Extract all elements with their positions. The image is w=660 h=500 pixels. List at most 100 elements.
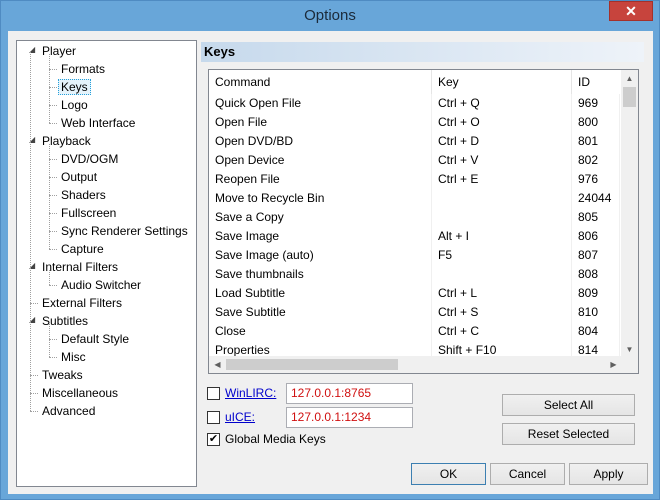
table-row[interactable]: Save a Copy 805 xyxy=(209,208,620,227)
horizontal-scrollbar[interactable]: ◀ ▶ xyxy=(209,356,622,373)
tree-connector xyxy=(30,303,38,304)
winlirc-checkbox[interactable] xyxy=(207,387,220,400)
command-cell: Open File xyxy=(209,113,432,132)
winlirc-link[interactable]: WinLIRC: xyxy=(225,385,276,401)
tree-item-label: Subtitles xyxy=(42,314,89,328)
apply-button[interactable]: Apply xyxy=(569,463,648,485)
winlirc-address-field[interactable]: 127.0.0.1:8765 xyxy=(286,383,413,404)
key-cell[interactable]: Ctrl + O xyxy=(432,113,572,132)
ok-button[interactable]: OK xyxy=(411,463,486,485)
table-row[interactable]: Move to Recycle Bin 24044 xyxy=(209,189,620,208)
column-header-command[interactable]: Command xyxy=(209,70,432,94)
table-row[interactable]: Save Image Alt + I 806 xyxy=(209,227,620,246)
tree-connector xyxy=(49,285,57,286)
id-cell: 801 xyxy=(572,132,620,151)
tree-item-audio-switcher[interactable]: Audio Switcher xyxy=(58,276,144,294)
tree-item-internal-filters[interactable]: Internal Filters xyxy=(39,258,121,276)
table-row[interactable]: Reopen File Ctrl + E 976 xyxy=(209,170,620,189)
tree-item-output[interactable]: Output xyxy=(58,168,100,186)
tree-item-label: Keys xyxy=(58,79,91,95)
tree-item-label: Sync Renderer Settings xyxy=(61,224,188,238)
key-cell[interactable]: Ctrl + E xyxy=(432,170,572,189)
key-cell[interactable] xyxy=(432,208,572,227)
tree-item-web-interface[interactable]: Web Interface xyxy=(58,114,138,132)
tree-connector xyxy=(49,87,57,88)
uice-row: uICE: xyxy=(207,409,287,425)
tree-connector xyxy=(30,375,38,376)
panel-title: Keys xyxy=(204,44,236,59)
tree-item-shaders[interactable]: Shaders xyxy=(58,186,109,204)
tree-item-advanced[interactable]: Advanced xyxy=(39,402,98,420)
tree-item-fullscreen[interactable]: Fullscreen xyxy=(58,204,119,222)
cancel-button[interactable]: Cancel xyxy=(490,463,565,485)
tree-item-misc[interactable]: Misc xyxy=(58,348,89,366)
tree-item-label: Advanced xyxy=(42,404,96,418)
tree-item-formats[interactable]: Formats xyxy=(58,60,108,78)
select-all-button[interactable]: Select All xyxy=(502,394,635,416)
tree-connector xyxy=(49,69,57,70)
close-button[interactable]: ✕ xyxy=(609,1,653,21)
key-cell[interactable]: Alt + I xyxy=(432,227,572,246)
tree-item-miscellaneous[interactable]: Miscellaneous xyxy=(39,384,121,402)
table-row[interactable]: Open Device Ctrl + V 802 xyxy=(209,151,620,170)
grid-header: Command Key ID xyxy=(209,70,619,94)
keys-grid[interactable]: Command Key ID Quick Open File Ctrl + Q 96… xyxy=(208,69,639,374)
scroll-corner xyxy=(621,356,638,373)
tree-connector xyxy=(30,51,31,411)
uice-link[interactable]: uICE: xyxy=(225,409,255,425)
table-row[interactable]: Save thumbnails 808 xyxy=(209,265,620,284)
global-media-keys-label[interactable]: Global Media Keys xyxy=(225,431,326,447)
tree-item-label: Output xyxy=(61,170,98,184)
uice-address-field[interactable]: 127.0.0.1:1234 xyxy=(286,407,413,428)
tree-item-default-style[interactable]: Default Style xyxy=(58,330,132,348)
key-cell[interactable]: Ctrl + V xyxy=(432,151,572,170)
tree-item-capture[interactable]: Capture xyxy=(58,240,107,258)
tree-item-keys[interactable]: Keys xyxy=(58,78,91,96)
key-cell[interactable]: Ctrl + D xyxy=(432,132,572,151)
table-row[interactable]: Save Subtitle Ctrl + S 810 xyxy=(209,303,620,322)
key-cell[interactable]: Ctrl + Q xyxy=(432,94,572,113)
tree-item-dvd-ogm[interactable]: DVD/OGM xyxy=(58,150,121,168)
tree-item-label: DVD/OGM xyxy=(61,152,119,166)
column-header-key[interactable]: Key xyxy=(432,70,572,94)
vertical-scrollbar[interactable]: ▲ ▼ xyxy=(621,70,638,358)
table-row[interactable]: Open DVD/BD Ctrl + D 801 xyxy=(209,132,620,151)
global-media-keys-checkbox[interactable]: ✔ xyxy=(207,433,220,446)
key-cell[interactable]: Ctrl + L xyxy=(432,284,572,303)
tree-item-label: Miscellaneous xyxy=(42,386,119,400)
table-row[interactable]: Open File Ctrl + O 800 xyxy=(209,113,620,132)
vertical-scroll-thumb[interactable] xyxy=(623,87,636,107)
uice-checkbox[interactable] xyxy=(207,411,220,424)
key-cell[interactable]: Ctrl + C xyxy=(432,322,572,341)
options-tree[interactable]: Player ◢ Formats Keys Logo Web Interface Playb… xyxy=(16,40,197,487)
table-row[interactable]: Save Image (auto) F5 807 xyxy=(209,246,620,265)
id-cell: 976 xyxy=(572,170,620,189)
tree-item-logo[interactable]: Logo xyxy=(58,96,91,114)
horizontal-scroll-thumb[interactable] xyxy=(226,359,398,370)
reset-selected-button[interactable]: Reset Selected xyxy=(502,423,635,445)
id-cell: 808 xyxy=(572,265,620,284)
column-header-id[interactable]: ID xyxy=(572,70,620,94)
key-cell[interactable] xyxy=(432,189,572,208)
tree-item-subtitles[interactable]: Subtitles xyxy=(39,312,91,330)
title-bar[interactable]: Options ✕ xyxy=(1,1,659,31)
id-cell: 809 xyxy=(572,284,620,303)
scroll-left-icon[interactable]: ◀ xyxy=(209,356,226,373)
tree-item-player[interactable]: Player xyxy=(39,42,79,60)
scroll-right-icon[interactable]: ▶ xyxy=(605,356,622,373)
table-row[interactable]: Load Subtitle Ctrl + L 809 xyxy=(209,284,620,303)
tree-item-external-filters[interactable]: External Filters xyxy=(39,294,125,312)
key-cell[interactable]: F5 xyxy=(432,246,572,265)
key-cell[interactable]: Ctrl + S xyxy=(432,303,572,322)
tree-connector xyxy=(49,105,57,106)
tree-item-playback[interactable]: Playback xyxy=(39,132,94,150)
tree-item-tweaks[interactable]: Tweaks xyxy=(39,366,86,384)
tree-connector xyxy=(49,231,57,232)
id-cell: 800 xyxy=(572,113,620,132)
command-cell: Save Subtitle xyxy=(209,303,432,322)
tree-item-sync-renderer-settings[interactable]: Sync Renderer Settings xyxy=(58,222,191,240)
key-cell[interactable] xyxy=(432,265,572,284)
table-row[interactable]: Close Ctrl + C 804 xyxy=(209,322,620,341)
scroll-up-icon[interactable]: ▲ xyxy=(621,70,638,87)
table-row[interactable]: Quick Open File Ctrl + Q 969 xyxy=(209,94,620,113)
